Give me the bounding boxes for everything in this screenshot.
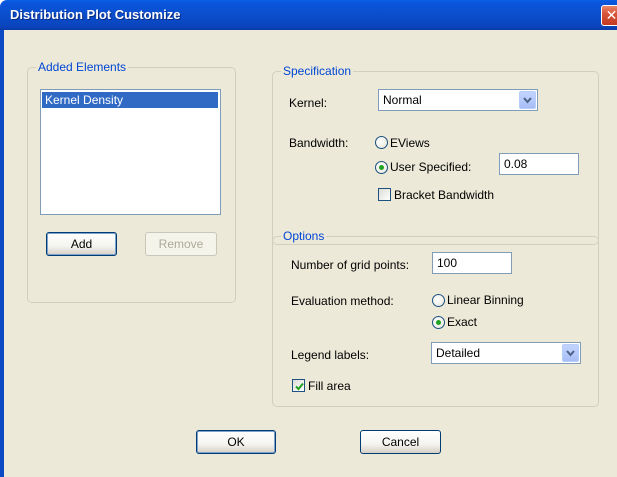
window-title: Distribution Plot Customize xyxy=(10,7,181,22)
radio-linear-binning[interactable] xyxy=(432,294,445,307)
radio-selected-dot xyxy=(436,320,441,325)
legend-labels-select[interactable]: Detailed xyxy=(431,342,581,364)
radio-exact[interactable] xyxy=(432,316,445,329)
radio-linear-binning-label: Linear Binning xyxy=(447,293,524,307)
bandwidth-input[interactable]: 0.08 xyxy=(499,153,579,175)
cancel-button[interactable]: Cancel xyxy=(360,430,441,454)
radio-user-specified-label: User Specified: xyxy=(390,160,472,174)
legend-labels-label: Legend labels: xyxy=(291,348,370,362)
grid-points-input[interactable]: 100 xyxy=(432,252,512,274)
specification-legend: Specification xyxy=(281,64,354,78)
kernel-label: Kernel: xyxy=(289,96,328,110)
close-button[interactable]: ✕ xyxy=(601,5,617,26)
radio-exact-label: Exact xyxy=(447,315,478,329)
grid-points-label: Number of grid points: xyxy=(291,258,410,272)
legend-labels-value: Detailed xyxy=(436,346,481,360)
remove-button[interactable]: Remove xyxy=(145,232,217,256)
dialog-client: Added Elements Kernel Density Add Remove… xyxy=(4,30,617,477)
title-bar[interactable]: Distribution Plot Customize ✕ xyxy=(0,0,617,30)
bracket-bandwidth-checkbox[interactable] xyxy=(378,188,391,201)
add-button[interactable]: Add xyxy=(46,232,117,256)
evaluation-method-label: Evaluation method: xyxy=(291,294,394,308)
ok-button[interactable]: OK xyxy=(196,430,276,454)
added-elements-list[interactable]: Kernel Density xyxy=(40,89,221,215)
radio-eviews[interactable] xyxy=(375,136,388,149)
chevron-down-icon[interactable] xyxy=(562,344,579,362)
fill-area-checkbox[interactable] xyxy=(292,379,305,392)
bandwidth-label: Bandwidth: xyxy=(289,136,349,150)
chevron-down-icon[interactable] xyxy=(519,91,536,109)
list-item-kernel-density[interactable]: Kernel Density xyxy=(42,92,218,108)
bracket-bandwidth-label: Bracket Bandwidth xyxy=(394,188,495,202)
kernel-value: Normal xyxy=(383,93,422,107)
checkmark-icon xyxy=(295,382,304,391)
radio-user-specified[interactable] xyxy=(375,161,388,174)
close-icon: ✕ xyxy=(605,7,617,23)
radio-selected-dot xyxy=(379,165,384,170)
added-elements-legend: Added Elements xyxy=(36,60,129,74)
kernel-select[interactable]: Normal xyxy=(378,89,538,111)
options-legend: Options xyxy=(281,229,327,243)
fill-area-label: Fill area xyxy=(308,379,351,393)
radio-eviews-label: EViews xyxy=(390,136,430,150)
